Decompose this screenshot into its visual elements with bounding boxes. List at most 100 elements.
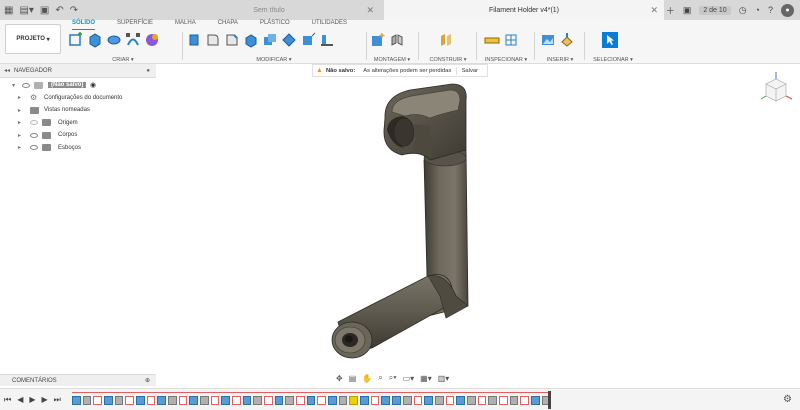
redo-icon[interactable]: ↷	[70, 5, 78, 16]
timeline-feature[interactable]	[424, 396, 433, 405]
timeline-feature[interactable]	[370, 396, 380, 405]
timeline-feature[interactable]	[338, 396, 348, 405]
new-component-icon[interactable]	[370, 32, 386, 48]
timeline-feature[interactable]	[285, 396, 295, 405]
visibility-eye-icon[interactable]	[30, 132, 38, 138]
inspect-group-label[interactable]: INSPECIONAR ▾	[480, 57, 532, 63]
press-pull-icon[interactable]	[186, 32, 202, 48]
orbit-icon[interactable]: ✥	[336, 374, 343, 383]
look-at-icon[interactable]: ▤	[349, 374, 357, 383]
zoom-window-icon[interactable]: ⌕▾	[389, 373, 397, 383]
zoom-icon[interactable]: ⌕	[378, 373, 382, 383]
timeline-feature[interactable]	[168, 396, 177, 405]
joint-icon[interactable]	[389, 32, 405, 48]
timeline-feature[interactable]	[136, 396, 145, 405]
extensions-icon[interactable]: ▣	[683, 5, 692, 16]
expand-arrow-icon[interactable]: ▸	[18, 94, 21, 101]
tree-item-bodies[interactable]: ▸ Corpos	[0, 129, 156, 142]
collapse-icon[interactable]: ◂◂	[0, 67, 14, 74]
notifications-icon[interactable]: ◔	[755, 5, 760, 15]
timeline-feature[interactable]	[477, 396, 487, 405]
file-menu-icon[interactable]: ▤▾	[19, 5, 33, 16]
close-icon[interactable]: ✕	[366, 5, 374, 16]
document-tab-untitled[interactable]: Sem título ✕	[158, 0, 380, 20]
timeline-feature[interactable]	[125, 396, 135, 405]
new-tab-icon[interactable]: ＋	[666, 4, 675, 17]
pan-icon[interactable]: ✋	[362, 374, 372, 383]
timeline-feature[interactable]	[104, 396, 113, 405]
expand-arrow-icon[interactable]: ▾	[12, 82, 15, 89]
create-sketch-icon[interactable]	[68, 32, 84, 48]
timeline-feature[interactable]	[264, 396, 273, 405]
construct-group-label[interactable]: CONSTRUIR ▾	[424, 57, 472, 63]
timeline-feature[interactable]	[381, 396, 391, 405]
timeline-marker[interactable]	[548, 391, 551, 409]
timeline-feature[interactable]	[253, 396, 263, 405]
timeline-feature[interactable]	[146, 396, 156, 405]
tab-plastico[interactable]: PLÁSTICO	[260, 20, 290, 30]
timeline-feature[interactable]	[114, 396, 124, 405]
measure-icon[interactable]	[484, 32, 500, 48]
expand-arrow-icon[interactable]: ▸	[18, 144, 21, 151]
timeline-feature[interactable]	[178, 396, 188, 405]
insert-mesh-icon[interactable]	[559, 32, 575, 48]
save-button[interactable]: Salvar	[455, 66, 483, 75]
viewports-icon[interactable]: ▥▾	[438, 374, 450, 383]
expand-arrow-icon[interactable]: ▸	[18, 132, 21, 139]
scale-icon[interactable]	[300, 32, 316, 48]
timeline-feature[interactable]	[93, 396, 103, 405]
timeline-feature[interactable]	[498, 396, 508, 405]
chamfer-icon[interactable]	[224, 32, 240, 48]
timeline-feature[interactable]	[306, 396, 316, 405]
document-tab-active[interactable]: Filament Holder v4*(1) ✕	[384, 0, 664, 20]
offset-plane-icon[interactable]	[438, 32, 454, 48]
tree-item-named-views[interactable]: ▸ Vistas nomeadas	[0, 104, 156, 117]
timeline-feature[interactable]	[317, 396, 327, 405]
timeline-feature[interactable]	[296, 396, 305, 405]
timeline-feature[interactable]	[520, 396, 529, 405]
sweep-icon[interactable]	[125, 32, 141, 48]
play-icon[interactable]: ▶	[29, 395, 35, 405]
timeline-feature[interactable]	[210, 396, 220, 405]
revolve-icon[interactable]	[106, 32, 122, 48]
tree-item-settings[interactable]: ▸ ⚙ Configurações do documento	[0, 92, 156, 105]
timeline-feature[interactable]	[456, 396, 465, 405]
timeline-feature[interactable]	[360, 396, 369, 405]
add-comment-icon[interactable]: ⊕	[145, 377, 150, 384]
clock-icon[interactable]: ◷	[739, 5, 747, 16]
visibility-eye-icon[interactable]	[30, 120, 38, 126]
undo-icon[interactable]: ↶	[55, 5, 63, 16]
avatar[interactable]: ●	[781, 3, 794, 17]
display-settings-icon[interactable]: ▭▾	[403, 374, 415, 383]
split-icon[interactable]	[281, 32, 297, 48]
visibility-eye-icon[interactable]	[30, 145, 38, 151]
extrude-icon[interactable]	[87, 32, 103, 48]
timeline-feature[interactable]	[530, 396, 540, 405]
timeline-feature[interactable]	[488, 396, 497, 405]
section-analysis-icon[interactable]	[503, 32, 519, 48]
timeline-feature[interactable]	[72, 396, 81, 405]
activate-radio-icon[interactable]: ◉	[90, 81, 96, 89]
timeline-feature[interactable]	[82, 396, 92, 405]
expand-arrow-icon[interactable]: ▸	[18, 107, 21, 114]
comments-panel[interactable]: COMENTÁRIOS ⊕	[0, 374, 156, 386]
grid-settings-icon[interactable]: ▦▾	[420, 374, 432, 383]
timeline-feature[interactable]	[413, 396, 423, 405]
go-to-end-icon[interactable]: ⏭	[54, 395, 61, 405]
timeline-feature[interactable]	[466, 396, 476, 405]
tab-superficie[interactable]: SUPERFÍCIE	[117, 20, 153, 30]
timeline-feature[interactable]	[445, 396, 455, 405]
align-icon[interactable]	[319, 32, 335, 48]
expand-arrow-icon[interactable]: ▸	[18, 119, 21, 126]
timeline-feature[interactable]	[434, 396, 444, 405]
tab-utilidades[interactable]: UTILIDADES	[312, 20, 347, 30]
go-to-start-icon[interactable]: ⏮	[4, 395, 11, 405]
timeline-feature[interactable]	[157, 396, 167, 405]
create-group-label[interactable]: CRIAR ▾	[68, 57, 178, 63]
shell-icon[interactable]	[243, 32, 259, 48]
combine-icon[interactable]	[262, 32, 278, 48]
tree-root[interactable]: ▾ (Não salvo) ◉	[0, 79, 156, 92]
select-icon[interactable]	[602, 32, 618, 48]
assemble-group-label[interactable]: MONTAGEM ▾	[370, 57, 414, 63]
timeline-feature[interactable]	[242, 396, 252, 405]
